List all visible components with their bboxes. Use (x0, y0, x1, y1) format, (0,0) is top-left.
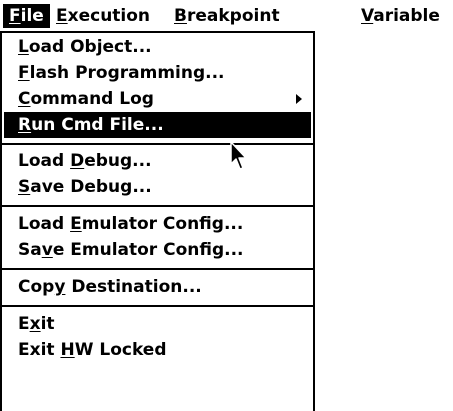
menu-item-run-cmd-file[interactable]: Run Cmd File... (4, 112, 311, 138)
menu-file[interactable]: File (3, 4, 50, 28)
menu-item-save-emulator-config[interactable]: Save Emulator Config... (4, 237, 311, 263)
menu-execution[interactable]: Execution (50, 4, 156, 28)
menu-item-load-object[interactable]: Load Object... (4, 34, 311, 60)
menu-item-load-debug[interactable]: Load Debug... (4, 148, 311, 174)
menu-separator (2, 205, 313, 207)
menu-separator (2, 268, 313, 270)
menu-item-exit[interactable]: Exit (4, 311, 311, 337)
menu-item-exit-hw-locked[interactable]: Exit HW Locked (4, 337, 311, 363)
submenu-arrow-icon (296, 94, 302, 104)
menu-separator (2, 305, 313, 307)
menu-item-flash-programming[interactable]: Flash Programming... (4, 60, 311, 86)
menu-item-load-emulator-config[interactable]: Load Emulator Config... (4, 211, 311, 237)
menu-item-copy-destination[interactable]: Copy Destination... (4, 274, 311, 300)
menu-separator (2, 143, 313, 145)
menu-item-save-debug[interactable]: Save Debug... (4, 174, 311, 200)
menu-breakpoint[interactable]: Breakpoint (168, 4, 286, 28)
file-menu-dropdown: Load Object... Flash Programming... Comm… (0, 31, 315, 411)
menu-variable[interactable]: Variable (355, 4, 446, 28)
menu-item-command-log[interactable]: Command Log (4, 86, 311, 112)
arrow-pointer-icon (230, 141, 247, 170)
menu-bar: File Execution Breakpoint Variable (0, 0, 453, 32)
